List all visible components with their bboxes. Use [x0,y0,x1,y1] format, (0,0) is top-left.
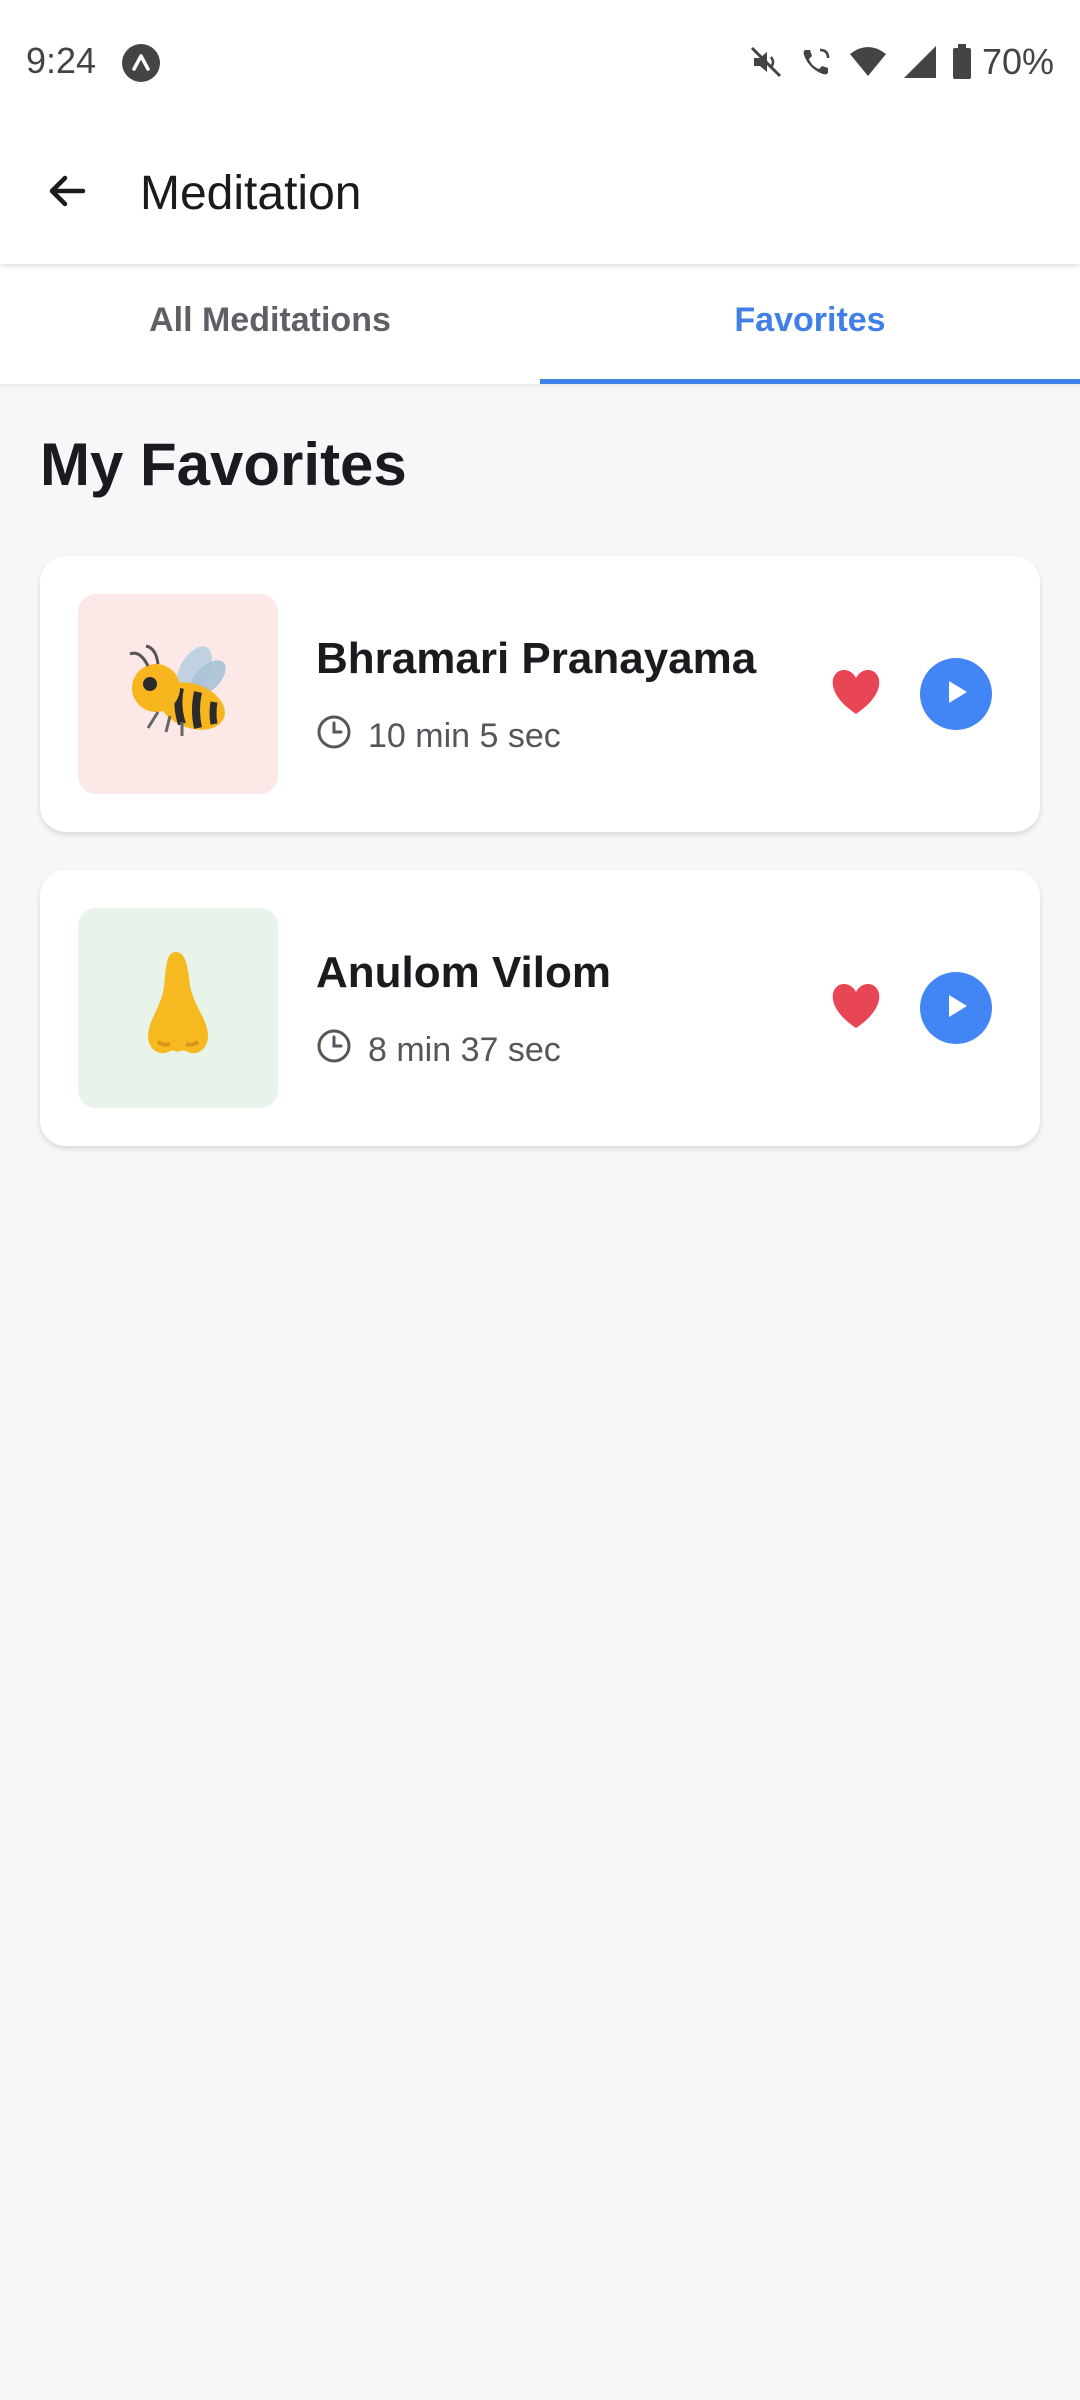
play-icon [941,677,971,712]
status-bar: 9:24 70% [0,0,1080,124]
tab-favorites[interactable]: Favorites [540,264,1080,384]
battery-icon [952,44,972,80]
play-button[interactable] [920,972,992,1044]
app-notification-icon [122,44,160,82]
tab-bar: All Meditations Favorites [0,264,1080,384]
nose-icon [118,946,238,1071]
card-thumbnail [78,594,278,794]
duration-text: 10 min 5 sec [368,717,561,755]
section-title: My Favorites [40,431,407,498]
favorite-button[interactable] [826,978,886,1038]
favorite-button[interactable] [826,664,886,724]
duration-text: 8 min 37 sec [368,1031,561,1069]
card-duration: 10 min 5 sec [316,714,561,759]
heart-icon [829,982,883,1035]
bee-icon [118,632,238,757]
wifi-call-icon [798,44,834,80]
wifi-icon [848,44,888,80]
card-thumbnail [78,908,278,1108]
status-icons: 70% [748,40,1054,84]
favorite-card[interactable]: Anulom Vilom 8 min 37 sec [40,870,1040,1146]
clock-icon [316,1028,352,1073]
favorite-card[interactable]: Bhramari Pranayama 10 min 5 sec [40,556,1040,832]
tab-all-meditations[interactable]: All Meditations [0,264,540,384]
page-title: Meditation [140,167,362,220]
back-button[interactable] [30,156,104,230]
heart-icon [829,668,883,721]
mute-icon [748,44,784,80]
arrow-back-icon [43,167,91,220]
clock-icon [316,714,352,759]
signal-icon [902,44,938,80]
app-bar: Meditation [0,124,1080,264]
card-duration: 8 min 37 sec [316,1028,561,1073]
play-icon [941,991,971,1026]
battery-percent: 70% [981,41,1054,82]
play-button[interactable] [920,658,992,730]
card-title: Bhramari Pranayama [316,634,757,683]
card-title: Anulom Vilom [316,948,611,997]
status-time: 9:24 [26,40,97,81]
